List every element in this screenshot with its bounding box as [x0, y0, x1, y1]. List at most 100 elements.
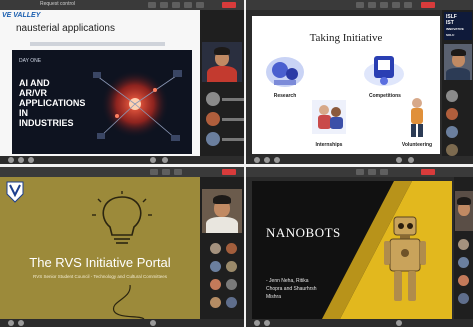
internships-illustration: [312, 100, 346, 134]
speaker-hair: [214, 47, 230, 55]
circuit-illustration: [93, 70, 182, 141]
shared-slide: NANOBOTS - Jenn Neha, Ritika Chopra and …: [252, 181, 452, 319]
participant-name: [222, 118, 244, 121]
participant-avatar[interactable]: [226, 243, 237, 254]
leave-button[interactable]: [421, 169, 435, 175]
speaker-video[interactable]: [455, 191, 473, 231]
tile-taking-initiative: Taking Initiative Research Competitions: [246, 0, 473, 164]
taskbar-icon[interactable]: [150, 320, 156, 326]
participant-avatar[interactable]: [446, 126, 458, 138]
taskbar-icon[interactable]: [274, 157, 280, 163]
participant-avatar[interactable]: [206, 112, 220, 126]
title-line-2: APPLICATIONS IN: [19, 98, 86, 118]
tile-nanobots: NANOBOTS - Jenn Neha, Ritika Chopra and …: [246, 167, 473, 327]
participant-avatar[interactable]: [446, 90, 458, 102]
toolbar-icon[interactable]: [392, 2, 400, 8]
speaker-shirt: [207, 66, 237, 82]
taskbar: [246, 319, 473, 327]
toolbar-icon[interactable]: [172, 2, 180, 8]
participant-avatar[interactable]: [446, 144, 458, 156]
speaker-video[interactable]: [202, 42, 242, 82]
participant-avatar[interactable]: [206, 132, 220, 146]
participant-avatar[interactable]: [210, 261, 221, 272]
credit-line: Chopra and Shaurhrsh: [266, 286, 317, 292]
toolbar-icon[interactable]: [150, 169, 158, 175]
leave-button[interactable]: [421, 2, 435, 8]
toolbar-icon[interactable]: [356, 169, 364, 175]
toolbar-icon[interactable]: [160, 2, 168, 8]
taskbar-icon[interactable]: [162, 157, 168, 163]
speaker-hair: [451, 49, 466, 56]
toolbar-icon[interactable]: [380, 169, 388, 175]
slide-subtitle: RVS Senior Student Council - Technology …: [33, 274, 167, 279]
meeting-toolbar: Request control: [0, 0, 244, 10]
participant-avatar[interactable]: [446, 108, 458, 120]
speaker-hair: [213, 195, 231, 204]
participant-avatar[interactable]: [458, 293, 469, 304]
toolbar-icon[interactable]: [196, 2, 204, 8]
taskbar-icon[interactable]: [396, 320, 402, 326]
shared-slide: VE VALLEY nausterial applications DAY ON…: [0, 10, 200, 156]
meeting-toolbar: [246, 167, 473, 177]
toolbar-icon[interactable]: [404, 2, 412, 8]
robot-illustration: [384, 216, 426, 301]
participant-avatar[interactable]: [226, 261, 237, 272]
taskbar-icon[interactable]: [264, 320, 270, 326]
participant-avatar[interactable]: [458, 257, 469, 268]
title-line-1: AI AND AR/VR: [19, 78, 50, 98]
participants-panel: [200, 177, 244, 319]
toolbar-icon[interactable]: [162, 169, 170, 175]
slide-title: Taking Initiative: [309, 32, 383, 44]
ai-slide: DAY ONE AI AND AR/VR APPLICATIONS IN IND…: [12, 50, 192, 154]
taskbar-icon[interactable]: [28, 157, 34, 163]
taskbar-icon[interactable]: [18, 157, 24, 163]
leave-button[interactable]: [222, 2, 236, 8]
taskbar-icon[interactable]: [8, 157, 14, 163]
taskbar: [246, 156, 473, 164]
taskbar: [0, 319, 244, 327]
title-line-3: INDUSTRIES: [19, 118, 74, 128]
participant-avatar[interactable]: [458, 275, 469, 286]
toolbar-icon[interactable]: [368, 169, 376, 175]
participant-name: [222, 138, 244, 141]
toolbar-icon[interactable]: [380, 2, 388, 8]
participant-avatar[interactable]: [458, 239, 469, 250]
day-badge: DAY ONE: [19, 58, 42, 64]
taskbar-icon[interactable]: [264, 157, 270, 163]
ai-title: AI AND AR/VR APPLICATIONS IN INDUSTRIES: [19, 78, 86, 128]
meeting-toolbar: [0, 167, 244, 177]
participant-avatar[interactable]: [226, 279, 237, 290]
participant-avatar[interactable]: [210, 243, 221, 254]
item-internships: Internships: [315, 142, 343, 148]
taskbar-icon[interactable]: [8, 320, 14, 326]
taskbar-icon[interactable]: [396, 157, 402, 163]
taskbar-icon[interactable]: [150, 157, 156, 163]
request-control-label[interactable]: Request control: [40, 1, 75, 7]
toolbar-icon[interactable]: [368, 2, 376, 8]
toolbar-icon[interactable]: [148, 2, 156, 8]
meeting-screenshot-collage: Request control VE VALLEY nausterial app…: [0, 0, 473, 327]
speaker-video[interactable]: [444, 44, 472, 80]
speaker-hair: [457, 197, 471, 205]
taskbar-icon[interactable]: [254, 157, 260, 163]
browser-bar: [30, 42, 165, 46]
slide-title: NANOBOTS: [266, 225, 341, 240]
toolbar-icon[interactable]: [174, 169, 182, 175]
tile-rvs-portal: The RVS Initiative Portal RVS Senior Stu…: [0, 167, 244, 327]
taskbar-icon[interactable]: [18, 320, 24, 326]
taskbar: [0, 156, 244, 164]
participant-avatar[interactable]: [206, 92, 220, 106]
tile-ai-arvr: Request control VE VALLEY nausterial app…: [0, 0, 244, 164]
shared-slide: The RVS Initiative Portal RVS Senior Stu…: [0, 177, 200, 319]
participant-avatar[interactable]: [210, 297, 221, 308]
rvs-logo: [6, 181, 24, 203]
taskbar-icon[interactable]: [408, 157, 414, 163]
toolbar-icon[interactable]: [356, 2, 364, 8]
leave-button[interactable]: [222, 169, 236, 175]
participant-avatar[interactable]: [226, 297, 237, 308]
toolbar-icon[interactable]: [184, 2, 192, 8]
speaker-video[interactable]: [202, 189, 242, 233]
participant-avatar[interactable]: [210, 279, 221, 290]
speaker-shirt: [446, 68, 470, 80]
taskbar-icon[interactable]: [254, 320, 260, 326]
